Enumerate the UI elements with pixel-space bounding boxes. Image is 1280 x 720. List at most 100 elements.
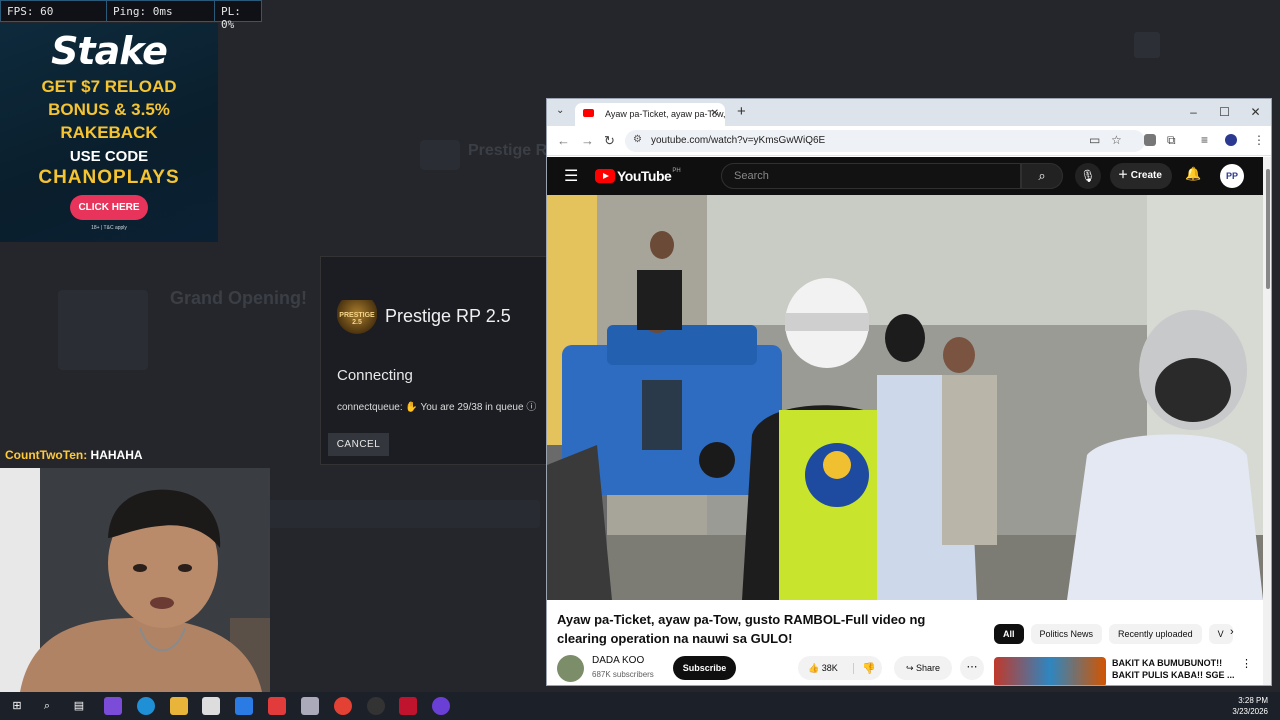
chrome-menu-icon[interactable]: ⋮	[1253, 133, 1265, 147]
windows-start-icon[interactable]: ⊞	[8, 697, 26, 715]
more-actions-icon[interactable]: ⋯	[960, 656, 984, 680]
channel-name[interactable]: DADA KOO	[592, 655, 644, 666]
back-icon[interactable]: ←	[557, 133, 570, 148]
edge-icon[interactable]	[137, 697, 155, 715]
adobe-icon[interactable]	[399, 697, 417, 715]
ad-click-here-button: CLICK HERE	[70, 195, 148, 220]
like-button[interactable]: 👍 38K	[798, 662, 854, 674]
cast-icon[interactable]: ▭	[1089, 133, 1100, 147]
share-icon: ↪	[905, 663, 914, 673]
chrome-icon[interactable]	[334, 697, 352, 715]
address-bar-row: ← → ↻ ⚙ youtube.com/watch?v=yKmsGwWiQ6E …	[547, 126, 1271, 156]
tab-title: Ayaw pa-Ticket, ayaw pa-Tow,	[605, 109, 725, 119]
stake-logo: Stake	[51, 29, 168, 73]
server-logo: PRESTIGE 2.5	[337, 300, 377, 334]
youtube-page: ☰ YouTube PH Search ⌕ 🎙 ＋ Create 🔔 PP Ay…	[547, 157, 1271, 685]
youtube-play-icon	[595, 169, 615, 183]
hamburger-menu-icon[interactable]: ☰	[564, 166, 578, 186]
wps-office-icon[interactable]	[268, 697, 286, 715]
recommended-more-icon[interactable]: ⋮	[1241, 657, 1252, 670]
background-icon-button	[1134, 32, 1160, 58]
account-avatar[interactable]: PP	[1220, 164, 1244, 188]
create-label: Create	[1130, 170, 1162, 181]
media-controls-icon[interactable]: ≡	[1201, 133, 1208, 147]
background-server-card	[58, 290, 148, 370]
share-button[interactable]: ↪ Share	[894, 656, 952, 680]
url-text: youtube.com/watch?v=yKmsGwWiQ6E	[651, 135, 826, 146]
video-player[interactable]	[547, 195, 1263, 600]
subscribe-button[interactable]: Subscribe	[673, 656, 736, 680]
page-scrollbar[interactable]	[1263, 157, 1271, 685]
url-bar[interactable]: ⚙ youtube.com/watch?v=yKmsGwWiQ6E	[625, 130, 1145, 152]
chip-recently-uploaded[interactable]: Recently uploaded	[1109, 624, 1202, 644]
windows-taskbar: ⊞ ⌕ ▤ 3:28 PM 3/23/2026	[0, 692, 1280, 720]
chip-all[interactable]: All	[994, 624, 1024, 644]
like-count: 38K	[821, 662, 838, 673]
youtube-search-input[interactable]: Search	[721, 163, 1021, 189]
chip-politics-news[interactable]: Politics News	[1030, 624, 1103, 644]
tab-search-chevron-icon[interactable]: ⌄	[556, 105, 564, 116]
browser-window: ⌄ Ayaw pa-Ticket, ayaw pa-Tow, ✕ + – ☐ ✕…	[546, 98, 1272, 686]
task-view-icon[interactable]: ▤	[70, 697, 88, 715]
steam-icon[interactable]	[301, 697, 319, 715]
discord-icon[interactable]	[432, 697, 450, 715]
store-icon[interactable]	[202, 697, 220, 715]
close-window-button[interactable]: ✕	[1240, 99, 1271, 126]
window-controls: – ☐ ✕	[1178, 99, 1271, 126]
search-icon[interactable]: ⌕	[38, 697, 56, 715]
recommended-video-thumbnail[interactable]	[994, 657, 1106, 685]
notifications-bell-icon[interactable]: 🔔	[1185, 166, 1201, 182]
cancel-button[interactable]: CANCEL	[328, 433, 389, 456]
fps-readout: FPS: 60	[1, 1, 107, 21]
scrollbar-thumb[interactable]	[1266, 169, 1270, 289]
queue-status: connectqueue: ✋ You are 29/38 in queue ⓘ	[337, 398, 536, 413]
youtube-logo[interactable]: YouTube PH	[595, 168, 681, 184]
youtube-wordmark: YouTube	[617, 168, 672, 184]
performance-overlay: FPS: 60 Ping: 0ms PL: 0%	[0, 0, 262, 31]
video-info-panel: Ayaw pa-Ticket, ayaw pa-Tow, gusto RAMBO…	[547, 600, 1263, 685]
reload-icon[interactable]: ↻	[604, 133, 615, 149]
ad-use-code: USE CODE	[69, 148, 149, 165]
connection-status: Connecting	[337, 367, 413, 384]
microphone-icon[interactable]: 🎙	[1075, 163, 1101, 189]
extensions-puzzle-icon[interactable]: ⧉	[1167, 133, 1176, 148]
queue-label: connectqueue:	[337, 402, 403, 413]
stake-ad-banner: Stake GET $7 RELOAD BONUS & 3.5% RAKEBAC…	[0, 23, 218, 242]
chip-partial[interactable]: V	[1208, 624, 1233, 644]
chat-username: CountTwoTen:	[5, 448, 88, 462]
ad-promo-line-3: RAKEBACK	[60, 123, 158, 142]
recommended-video-title[interactable]: BAKIT KA BUMUBUNOT!! BAKIT PULIS KABA!! …	[1112, 657, 1244, 681]
ad-promo-line-2: BONUS & 3.5%	[48, 100, 170, 119]
connecting-dialog: PRESTIGE 2.5 Prestige RP 2.5 Connecting …	[320, 256, 548, 465]
new-tab-icon[interactable]: +	[737, 103, 746, 120]
thumbs-up-icon: 👍	[808, 662, 820, 673]
ad-fine-print: 18+ | T&C apply	[91, 225, 127, 231]
dislike-button[interactable]: 👎	[854, 662, 876, 675]
tab-strip: ⌄ Ayaw pa-Ticket, ayaw pa-Tow, ✕ + – ☐ ✕	[547, 99, 1271, 126]
search-icon[interactable]: ⌕	[1021, 163, 1063, 189]
file-explorer-icon[interactable]	[170, 697, 188, 715]
create-button[interactable]: ＋ Create	[1110, 163, 1172, 189]
close-tab-icon[interactable]: ✕	[711, 108, 719, 119]
minimize-button[interactable]: –	[1178, 99, 1209, 126]
recommendation-chips: All Politics News Recently uploaded V	[994, 624, 1233, 644]
forward-icon[interactable]: →	[581, 133, 594, 148]
chevron-right-icon[interactable]: ›	[1230, 626, 1234, 638]
mail-icon[interactable]	[235, 697, 253, 715]
extension-icon[interactable]	[1144, 134, 1156, 146]
chat-message: CountTwoTen: HAHAHA	[5, 448, 143, 462]
thumbs-down-icon: 👎	[862, 662, 876, 675]
maximize-button[interactable]: ☐	[1209, 99, 1240, 126]
obs-icon[interactable]	[367, 697, 385, 715]
hand-icon: ✋	[405, 402, 418, 413]
ad-code: CHANOPLAYS	[38, 167, 180, 188]
bookmark-star-icon[interactable]: ☆	[1111, 133, 1122, 147]
system-clock[interactable]: 3:28 PM 3/23/2026	[1232, 695, 1268, 717]
background-heading: Grand Opening!	[170, 288, 307, 308]
channel-avatar[interactable]	[557, 655, 584, 682]
tab-youtube[interactable]: Ayaw pa-Ticket, ayaw pa-Tow, ✕	[575, 103, 725, 126]
copilot-icon[interactable]	[104, 697, 122, 715]
site-info-icon[interactable]: ⚙	[633, 134, 642, 145]
profile-icon[interactable]	[1225, 134, 1237, 146]
server-name: Prestige RP 2.5	[385, 306, 511, 326]
